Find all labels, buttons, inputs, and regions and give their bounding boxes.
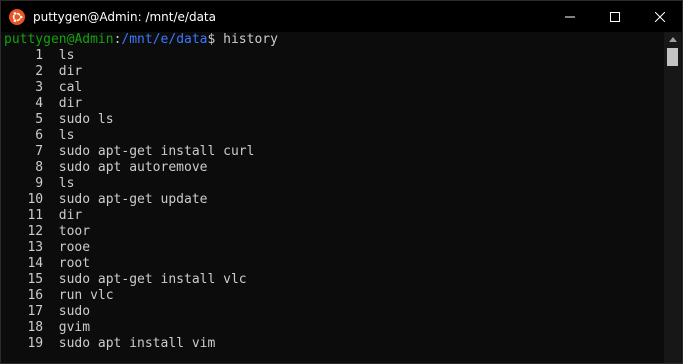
history-entry-number: 8 <box>35 160 44 175</box>
history-entry-number: 17 <box>27 304 44 319</box>
history-entry: 12 toor <box>4 224 665 240</box>
history-entry: 2 dir <box>4 64 665 80</box>
history-entry: 5 sudo ls <box>4 112 665 128</box>
maximize-button[interactable] <box>592 1 637 32</box>
history-entry: 18 gvim <box>4 320 665 336</box>
scroll-thumb[interactable] <box>667 48 678 66</box>
history-entry-number: 2 <box>35 64 44 79</box>
history-entry-command: rooe <box>58 240 91 255</box>
history-entry-command: sudo ls <box>58 112 114 127</box>
ubuntu-icon[interactable] <box>9 8 25 25</box>
close-button[interactable] <box>637 1 682 32</box>
history-entry: 17 sudo <box>4 304 665 320</box>
window-controls <box>547 1 682 32</box>
title-bar[interactable]: puttygen@Admin: /mnt/e/data <box>1 1 682 32</box>
prompt-user-host: puttygen@Admin <box>4 32 114 47</box>
history-entry: 4 dir <box>4 96 665 112</box>
history-entry-command: sudo <box>58 304 91 319</box>
prompt-command: history <box>215 32 278 47</box>
maximize-icon <box>609 11 620 22</box>
history-entry-command: sudo apt-get update <box>58 192 208 207</box>
history-entry-command: root <box>58 256 91 271</box>
history-entry: 6 ls <box>4 128 665 144</box>
history-entry-number: 16 <box>27 288 44 303</box>
prompt-line: puttygen@Admin:/mnt/e/data$ history <box>4 32 665 48</box>
history-entry: 7 sudo apt-get install curl <box>4 144 665 160</box>
history-entry: 11 dir <box>4 208 665 224</box>
history-entry-number: 7 <box>35 144 44 159</box>
history-entry-number: 4 <box>35 96 44 111</box>
history-entry-command: cal <box>58 80 83 95</box>
scroll-up-arrow-icon <box>668 36 677 42</box>
history-entry-command: sudo apt autoremove <box>58 160 208 175</box>
history-entry: 14 root <box>4 256 665 272</box>
history-entry-number: 18 <box>27 320 44 335</box>
history-entry: 8 sudo apt autoremove <box>4 160 665 176</box>
history-entry-command: toor <box>58 224 91 239</box>
history-entry: 13 rooe <box>4 240 665 256</box>
close-icon <box>654 11 665 22</box>
history-entry-command: gvim <box>58 320 91 335</box>
history-list: 1 ls 2 dir 3 cal 4 dir 5 sudo ls 6 ls 7 sudo apt-get … <box>4 48 665 352</box>
history-entry-command: ls <box>58 128 75 143</box>
history-entry-command: ls <box>58 48 75 63</box>
history-entry: 19 sudo apt install vim <box>4 336 665 352</box>
history-entry: 16 run vlc <box>4 288 665 304</box>
history-entry-number: 14 <box>27 256 44 271</box>
history-entry: 10 sudo apt-get update <box>4 192 665 208</box>
terminal-output[interactable]: puttygen@Admin:/mnt/e/data$ history 1 ls 2… <box>1 32 665 363</box>
history-entry-number: 11 <box>27 208 44 223</box>
vertical-scrollbar[interactable] <box>664 32 681 363</box>
history-entry-number: 19 <box>27 336 44 351</box>
prompt-path: /mnt/e/data <box>121 32 208 47</box>
history-entry-number: 10 <box>27 192 44 207</box>
history-entry: 1 ls <box>4 48 665 64</box>
history-entry-number: 13 <box>27 240 44 255</box>
terminal-window: puttygen@Admin: /mnt/e/data puttygen@Adm… <box>0 0 683 364</box>
history-entry-number: 1 <box>35 48 44 63</box>
history-entry-command: sudo apt install vim <box>58 336 216 351</box>
history-entry-number: 9 <box>35 176 44 191</box>
history-entry-command: run vlc <box>58 288 114 303</box>
history-entry-number: 3 <box>35 80 44 95</box>
history-entry-command: dir <box>58 64 83 79</box>
history-entry-number: 5 <box>35 112 44 127</box>
minimize-button[interactable] <box>547 1 592 32</box>
window-title: puttygen@Admin: /mnt/e/data <box>33 9 216 24</box>
scroll-up-button[interactable] <box>664 32 681 46</box>
history-entry: 3 cal <box>4 80 665 96</box>
history-entry-number: 12 <box>27 224 44 239</box>
history-entry-command: sudo apt-get install curl <box>58 144 255 159</box>
history-entry-command: dir <box>58 208 83 223</box>
history-entry: 15 sudo apt-get install vlc <box>4 272 665 288</box>
history-entry-number: 6 <box>35 128 44 143</box>
history-entry-command: dir <box>58 96 83 111</box>
history-entry: 9 ls <box>4 176 665 192</box>
history-entry-number: 15 <box>27 272 44 287</box>
history-entry-command: sudo apt-get install vlc <box>58 272 247 287</box>
history-entry-command: ls <box>58 176 75 191</box>
minimize-icon <box>564 16 575 17</box>
